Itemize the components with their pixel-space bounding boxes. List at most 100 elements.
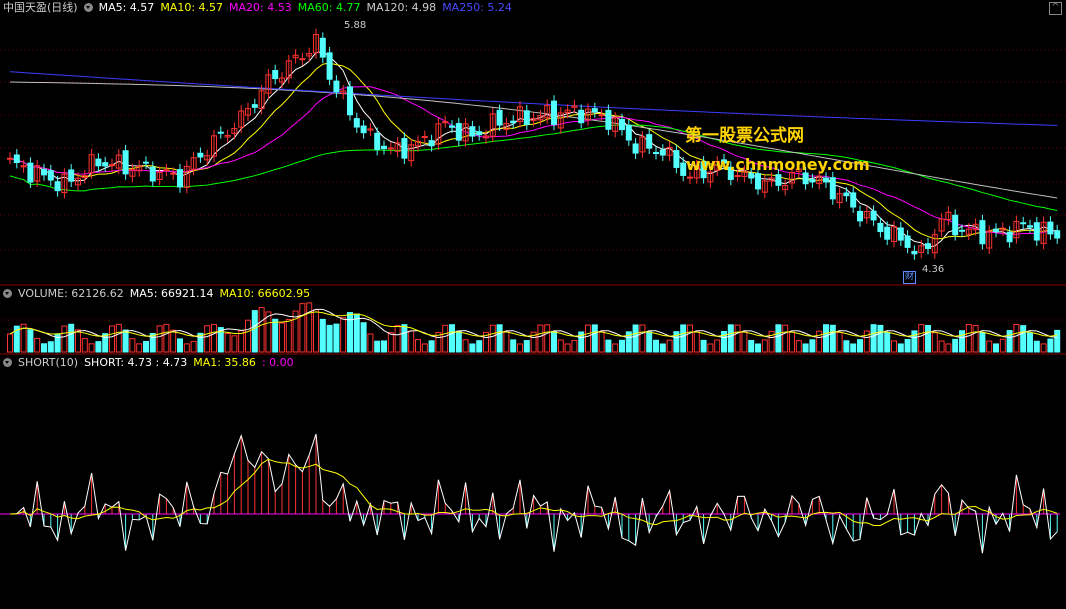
candle-body: [149, 166, 156, 182]
short-extra-label: : 0.00: [261, 356, 294, 369]
short-dropdown-icon[interactable]: [3, 358, 12, 367]
candle-body: [809, 179, 816, 183]
volume-bar: [279, 322, 285, 353]
candle-body: [13, 154, 20, 164]
candle-body: [387, 147, 394, 150]
candle-body: [27, 162, 34, 183]
candle-body: [401, 137, 408, 159]
candle-body: [1020, 222, 1027, 225]
volume-bar: [75, 329, 81, 353]
volume-bar: [41, 343, 47, 353]
volume-bar: [802, 343, 809, 353]
candle-body: [272, 70, 279, 80]
volume-bar: [1054, 329, 1061, 353]
candle-body: [523, 110, 530, 125]
volume-bar: [408, 330, 415, 353]
volume-bar: [925, 324, 931, 353]
volume-bar: [476, 340, 483, 353]
volume-bar: [761, 339, 768, 353]
volume-bar: [707, 343, 714, 353]
volume-bar: [870, 324, 877, 353]
volume-bar: [299, 303, 306, 353]
volume-bar: [258, 307, 265, 353]
volume-bar: [809, 339, 816, 353]
volume-bar: [326, 324, 333, 353]
watermark-title: 第一股票公式网: [685, 126, 804, 146]
volume-ma5-label: MA5: 66921.14: [129, 287, 214, 300]
volume-bar: [557, 339, 564, 353]
volume-bar: [843, 340, 850, 353]
volume-bar: [945, 343, 952, 353]
candle-body: [829, 177, 836, 200]
short-ma1-line: [9, 458, 1058, 527]
volume-bar: [823, 324, 829, 353]
collapse-icon[interactable]: ^: [1049, 2, 1062, 15]
candle-body: [993, 228, 999, 233]
volume-bar: [190, 340, 197, 353]
volume-bar: [551, 330, 557, 353]
candle-body: [952, 214, 959, 236]
volume-bar: [34, 337, 41, 353]
volume-dropdown-icon[interactable]: [3, 289, 12, 298]
volume-bar: [251, 310, 258, 353]
volume-bar: [863, 330, 870, 353]
volume-bar: [714, 339, 721, 353]
volume-bar: [81, 338, 88, 353]
volume-bar: [564, 343, 571, 353]
volume-bar: [911, 330, 918, 353]
candle-body: [510, 120, 517, 124]
volume-bar: [183, 343, 190, 353]
volume-bar: [687, 324, 693, 353]
volume-bar: [170, 329, 177, 353]
volume-bar: [727, 324, 734, 353]
volume-bar: [1033, 340, 1040, 353]
dropdown-icon[interactable]: [83, 3, 93, 12]
volume-bar: [1040, 343, 1047, 353]
high-annotation: 5.88: [344, 20, 367, 31]
volume-bar: [394, 324, 401, 353]
volume-ma5-line: [9, 308, 1058, 339]
volume-bar: [775, 324, 782, 353]
ma250-label: MA250: 5.24: [442, 1, 512, 14]
volume-bar: [285, 319, 292, 353]
volume-bar: [109, 325, 115, 353]
volume-bar: [795, 340, 802, 353]
candle-body: [469, 126, 476, 137]
candle-body: [428, 140, 435, 147]
candle-body: [850, 192, 857, 208]
candle-body: [319, 37, 326, 58]
volume-bar: [462, 339, 469, 353]
volume-bar: [115, 323, 122, 353]
volume-bar: [585, 324, 591, 353]
ma5-label: MA5: 4.57: [98, 1, 155, 14]
candle-body: [496, 109, 503, 126]
volume-bar: [102, 333, 109, 353]
volume-bar: [829, 324, 836, 353]
volume-bar: [360, 322, 367, 353]
volume-bar: [374, 340, 381, 353]
volume-bar: [979, 332, 986, 353]
finance-marker-icon[interactable]: 财: [903, 271, 916, 284]
volume-bar: [639, 324, 646, 353]
volume-bar: [897, 343, 904, 353]
volume-bar: [938, 340, 945, 353]
candle-body: [41, 169, 47, 176]
volume-bar: [571, 339, 578, 353]
candle-body: [170, 172, 177, 175]
ma10-label: MA10: 4.57: [160, 1, 224, 14]
candle-body: [625, 125, 632, 141]
volume-bar: [1020, 325, 1027, 353]
volume-bar: [619, 339, 625, 353]
candle-body: [54, 181, 61, 192]
ma10-line: [9, 62, 1058, 240]
ma20-line: [9, 86, 1058, 236]
candle-body: [673, 150, 680, 168]
candle-body: [748, 173, 755, 179]
candle-body: [47, 170, 54, 181]
volume-bar: [734, 324, 741, 353]
candle-body: [802, 172, 809, 185]
candle-body: [143, 161, 149, 164]
volume-bar: [469, 343, 476, 353]
volume-bar: [612, 343, 619, 353]
volume-bar: [224, 333, 231, 353]
